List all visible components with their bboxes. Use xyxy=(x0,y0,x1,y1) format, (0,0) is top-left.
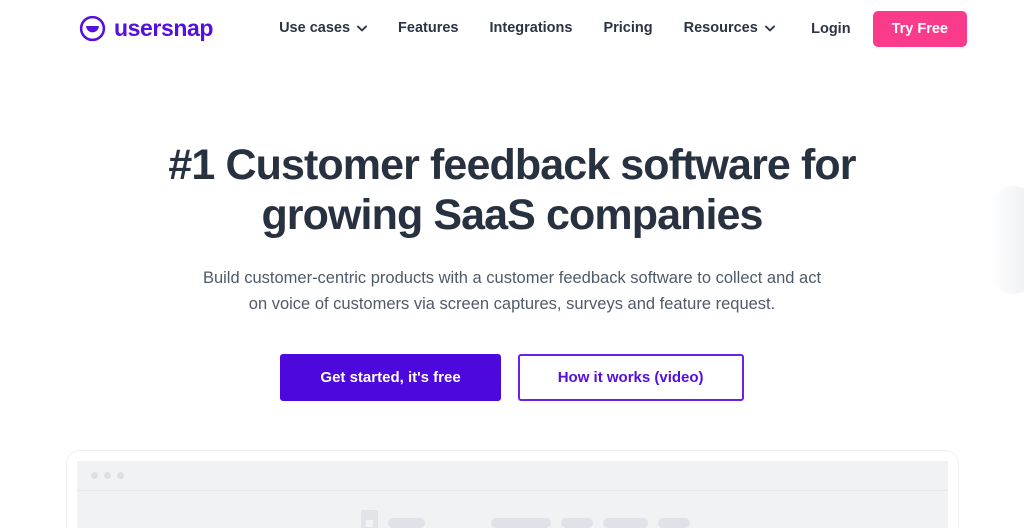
chevron-down-icon xyxy=(764,25,775,32)
hero-cta-row: Get started, it's free How it works (vid… xyxy=(0,354,1024,402)
skeleton-pill xyxy=(560,518,593,528)
chevron-down-icon xyxy=(357,25,367,32)
brand-wordmark: usersnap xyxy=(114,15,214,41)
skeleton-pill xyxy=(490,518,551,528)
nav-item-label: Pricing xyxy=(603,20,653,37)
window-dot-maximize-icon xyxy=(116,472,124,480)
mockup-titlebar xyxy=(76,461,948,492)
smile-circle-icon xyxy=(79,15,106,42)
nav-item-resources[interactable]: Resources xyxy=(684,21,775,36)
window-dot-close-icon xyxy=(90,472,98,480)
try-free-button[interactable]: Try Free xyxy=(872,10,967,47)
login-link[interactable]: Login xyxy=(811,21,850,37)
nav-item-label: Features xyxy=(398,20,459,37)
window-dot-minimize-icon xyxy=(103,472,111,480)
nav-item-label: Resources xyxy=(683,20,758,37)
nav-item-label: Integrations xyxy=(489,20,573,37)
page-title: #1 Customer feedback software for growin… xyxy=(168,141,856,240)
get-started-button[interactable]: Get started, it's free xyxy=(280,354,501,402)
nav-item-features[interactable]: Features xyxy=(398,21,458,36)
skeleton-logo-placeholder xyxy=(360,510,378,528)
skeleton-pill xyxy=(657,518,690,528)
skeleton-pill xyxy=(602,518,648,528)
skeleton-logo-inner xyxy=(365,519,373,527)
hero-section: #1 Customer feedback software for growin… xyxy=(0,57,1024,402)
nav-item-integrations[interactable]: Integrations xyxy=(489,21,572,36)
hero-subtitle: Build customer-centric products with a c… xyxy=(202,268,822,314)
how-it-works-video-button[interactable]: How it works (video) xyxy=(517,354,744,402)
skeleton-pill xyxy=(387,518,425,528)
main-navigation: Use cases Features Integrations Pricing … xyxy=(279,21,775,36)
mockup-content-skeleton xyxy=(77,491,948,528)
nav-item-use-cases[interactable]: Use cases xyxy=(279,21,367,36)
nav-item-label: Use cases xyxy=(279,20,351,37)
site-header: usersnap Use cases Features Integrations… xyxy=(0,0,1024,57)
header-actions: Login Try Free xyxy=(811,10,967,47)
brand-logo[interactable]: usersnap xyxy=(79,15,213,42)
mockup-browser-window xyxy=(76,461,948,528)
nav-item-pricing[interactable]: Pricing xyxy=(603,21,652,36)
product-screenshot-mockup xyxy=(65,450,959,528)
